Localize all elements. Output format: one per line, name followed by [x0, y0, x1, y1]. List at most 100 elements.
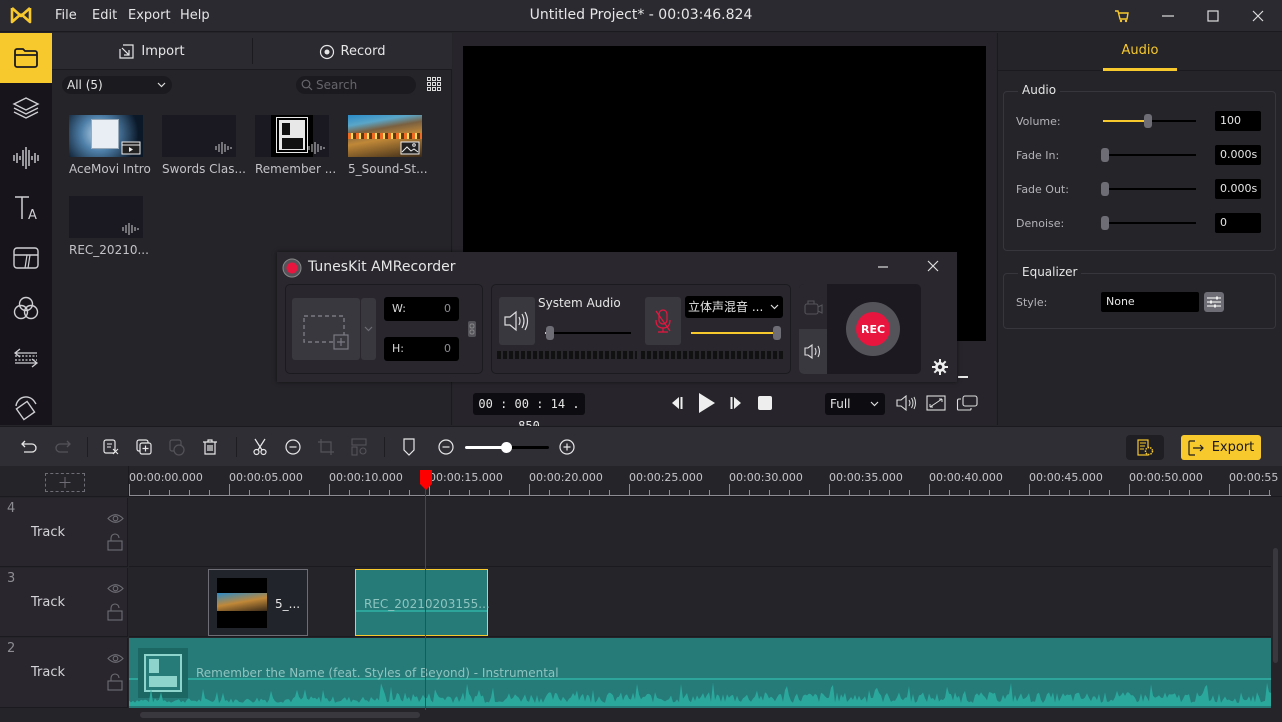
crop-button[interactable]: [311, 427, 341, 467]
microphone-slider-handle[interactable]: [773, 326, 781, 340]
remove-audio-button[interactable]: [96, 427, 126, 467]
volume-slider-handle[interactable]: [1144, 114, 1152, 128]
volume-button[interactable]: [895, 394, 917, 412]
recorder-close-button[interactable]: [927, 260, 939, 272]
duplicate-button[interactable]: [129, 427, 159, 467]
recorder-minimize-button[interactable]: [877, 258, 889, 272]
delete-button[interactable]: [195, 427, 225, 467]
maximize-button[interactable]: [1191, 0, 1235, 32]
fade-out-slider[interactable]: [1101, 182, 1196, 196]
add-track-button[interactable]: [45, 473, 85, 492]
system-audio-slider[interactable]: [545, 326, 631, 340]
detach-preview-button[interactable]: [956, 394, 978, 412]
track-lane[interactable]: 5_... REC_20210203155...: [129, 568, 1271, 637]
menu-edit[interactable]: Edit: [92, 8, 117, 23]
menu-help[interactable]: Help: [180, 8, 210, 23]
height-value: 0: [444, 342, 451, 355]
timeline-clip-image[interactable]: 5_...: [208, 569, 308, 636]
zoom-in-button[interactable]: [552, 427, 582, 467]
equalizer-style-dropdown[interactable]: None: [1101, 292, 1199, 312]
media-item[interactable]: Swords Clas...: [162, 115, 246, 176]
next-frame-button[interactable]: [729, 395, 745, 411]
timeline-zoom-slider[interactable]: [465, 442, 549, 453]
rec-button[interactable]: REC: [846, 302, 900, 356]
fade-out-value[interactable]: 0.000s: [1215, 179, 1261, 199]
rail-item-transitions[interactable]: [0, 333, 52, 383]
recorder-settings-button[interactable]: [932, 359, 948, 375]
unlock-icon[interactable]: [107, 673, 123, 691]
rail-item-text[interactable]: A: [0, 183, 52, 233]
export-settings-button[interactable]: [1126, 435, 1164, 460]
rail-item-filters[interactable]: [0, 283, 52, 333]
rail-item-audio[interactable]: [0, 133, 52, 183]
camera-toggle[interactable]: [799, 284, 827, 329]
lock-aspect-button[interactable]: [468, 321, 476, 337]
playhead[interactable]: [420, 470, 432, 720]
unlock-icon[interactable]: [107, 603, 123, 621]
media-filter-dropdown[interactable]: All (5): [62, 76, 172, 94]
preview-zoom-dropdown[interactable]: Full: [825, 393, 885, 415]
play-button[interactable]: [697, 392, 717, 414]
width-field[interactable]: W: 0: [384, 297, 459, 321]
unlock-icon[interactable]: [107, 533, 123, 551]
zoom-out-button[interactable]: [431, 427, 461, 467]
select-region-button[interactable]: [292, 298, 360, 360]
stop-button[interactable]: [758, 396, 772, 410]
media-item[interactable]: REC_20210...: [69, 196, 149, 257]
fade-in-slider-handle[interactable]: [1101, 148, 1109, 162]
eye-icon[interactable]: [107, 583, 124, 594]
volume-value[interactable]: 100: [1215, 111, 1261, 131]
fade-in-slider[interactable]: [1101, 148, 1196, 162]
menu-file[interactable]: File: [55, 8, 77, 23]
tab-audio[interactable]: Audio: [1103, 43, 1177, 58]
fade-out-slider-handle[interactable]: [1101, 182, 1109, 196]
menu-export[interactable]: Export: [128, 8, 171, 23]
group-button[interactable]: [162, 427, 192, 467]
record-button[interactable]: Record: [252, 33, 452, 70]
fade-in-value[interactable]: 0.000s: [1215, 145, 1261, 165]
volume-slider[interactable]: [1103, 114, 1196, 128]
grid-view-button[interactable]: [427, 77, 441, 91]
eye-icon[interactable]: [107, 653, 124, 664]
export-button[interactable]: Export: [1181, 435, 1261, 460]
rail-item-media[interactable]: [0, 33, 52, 83]
marker-button[interactable]: [394, 427, 424, 467]
horizontal-scrollbar[interactable]: [140, 712, 420, 718]
timeline-clip-audio[interactable]: Remember the Name (feat. Styles of Beyon…: [129, 638, 1271, 708]
import-button[interactable]: Import: [52, 33, 252, 70]
track-lane[interactable]: [129, 498, 1271, 567]
denoise-slider[interactable]: [1101, 216, 1196, 230]
mute-clip-button[interactable]: [278, 427, 308, 467]
timeline-ruler[interactable]: 00:00:00.000 00:00:05.000 00:00:10.000 00:0…: [0, 466, 1282, 497]
microphone-slider[interactable]: [691, 326, 781, 340]
media-item[interactable]: 5_Sound-St...: [348, 115, 428, 176]
fullscreen-button[interactable]: [926, 395, 946, 411]
vertical-scrollbar[interactable]: [1273, 548, 1278, 663]
height-field[interactable]: H: 0: [384, 337, 459, 361]
denoise-value[interactable]: 0: [1215, 213, 1261, 233]
equalizer-settings-button[interactable]: [1204, 292, 1224, 312]
timeline-zoom-handle[interactable]: [501, 442, 512, 453]
region-dropdown-button[interactable]: [361, 298, 376, 360]
rail-item-layers[interactable]: [0, 83, 52, 133]
media-item[interactable]: AceMovi Intro: [69, 115, 151, 176]
undo-button[interactable]: [14, 427, 44, 467]
pip-settings-button[interactable]: [344, 427, 374, 467]
close-button[interactable]: [1236, 0, 1280, 32]
search-input[interactable]: Search: [296, 76, 416, 94]
rail-item-templates[interactable]: [0, 233, 52, 283]
cart-button[interactable]: [1100, 0, 1144, 32]
system-audio-toggle[interactable]: [499, 297, 535, 345]
denoise-slider-handle[interactable]: [1101, 216, 1109, 230]
eye-icon[interactable]: [107, 513, 124, 524]
system-audio-slider-handle[interactable]: [546, 326, 554, 340]
audio-only-toggle[interactable]: [799, 329, 827, 374]
minimize-button[interactable]: [1146, 0, 1190, 32]
speaker-icon: [504, 310, 529, 332]
split-button[interactable]: [245, 427, 275, 467]
redo-button[interactable]: [48, 427, 78, 467]
media-item[interactable]: Remember ...: [255, 115, 336, 176]
microphone-toggle[interactable]: [645, 297, 681, 345]
microphone-device-dropdown[interactable]: 立体声混音 ...: [685, 296, 783, 318]
prev-frame-button[interactable]: [668, 395, 684, 411]
